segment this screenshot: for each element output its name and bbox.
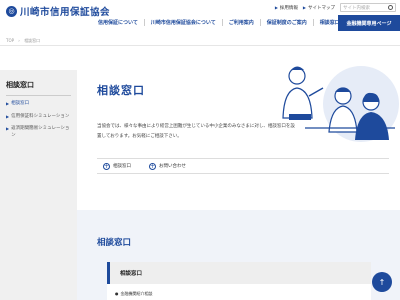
nav-item-about[interactable]: 川崎市信用保証協会について	[145, 19, 223, 26]
sidebar-item-label: 返済期間簡易シミュレーション	[11, 126, 70, 138]
back-to-top-button[interactable]: ↑	[372, 272, 392, 292]
nav-item-system[interactable]: 保証制度のご案内	[261, 19, 314, 26]
sidebar: 相談窓口 ▶ 相談窓口 ▶ 信用保証料シミュレーション ▶ 返済期間簡易シミュレ…	[0, 70, 77, 300]
header-divider	[0, 45, 400, 46]
search-placeholder: サイト内検索	[343, 5, 370, 11]
breadcrumb-separator: ›	[18, 38, 20, 43]
box-list-item-label: 金融機関紹介相談	[120, 291, 153, 296]
arrow-right-icon: ▶	[302, 5, 306, 10]
box-list-item: ● 金融機関紹介相談	[115, 291, 153, 297]
sidebar-item-repayment-simulation[interactable]: ▶ 返済期間簡易シミュレーション	[6, 126, 71, 139]
sidebar-item-fee-simulation[interactable]: ▶ 信用保証料シミュレーション	[6, 114, 71, 121]
sidebar-item-label: 信用保証料シミュレーション	[11, 113, 70, 119]
util-link-recruit[interactable]: ▶ 採用情報	[275, 5, 298, 11]
plus-circle-icon: +	[103, 162, 110, 170]
consultation-box: 相談窓口 ● 金融機関紹介相談	[107, 262, 371, 300]
nav-item-guide[interactable]: ご利用案内	[223, 19, 261, 26]
financial-institution-button[interactable]: 金融機関専用ページ	[338, 15, 400, 31]
search-icon[interactable]	[388, 5, 393, 10]
sidebar-item-label: 相談窓口	[11, 101, 30, 106]
logo-icon: ◎	[6, 5, 17, 17]
util-link-label: サイトマップ	[308, 5, 335, 11]
box-heading: 相談窓口	[107, 262, 371, 284]
nav-item-guarantee[interactable]: 信用保証について	[92, 19, 145, 26]
arrow-right-icon: ▶	[6, 126, 10, 131]
arrow-right-icon: ▶	[6, 101, 10, 106]
search-input[interactable]: サイト内検索	[340, 3, 396, 12]
anchor-link-label: 相談窓口	[113, 164, 131, 169]
util-link-label: 採用情報	[279, 5, 298, 11]
sidebar-divider	[6, 95, 71, 96]
site-header: ◎ 川崎市信用保証協会 ▶ 採用情報 ▶ サイトマップ サイト内検索 信用保証に…	[0, 0, 400, 36]
section-title: 相談窓口	[97, 238, 132, 248]
intro-text: 当協会では、様々な事由により経営上困難が生じている中小企業のみなさまに対し、相談…	[97, 124, 295, 139]
page-title: 相談窓口	[97, 84, 145, 97]
global-nav: 信用保証について 川崎市信用保証協会について ご利用案内 保証制度のご案内 相談…	[92, 16, 346, 29]
breadcrumb-home[interactable]: TOP	[6, 38, 14, 43]
arrow-right-icon: ▶	[6, 113, 10, 119]
anchor-link-contact[interactable]: + お問い合わせ	[149, 162, 186, 170]
bullet-icon: ●	[115, 291, 119, 296]
plus-circle-icon: +	[149, 162, 156, 170]
breadcrumb: TOP › 相談窓口	[6, 38, 43, 44]
arrow-up-icon: ↑	[378, 277, 386, 287]
anchor-link-label: お問い合わせ	[159, 164, 186, 169]
main-content: 相談窓口 当協会では、様々な事由により経営上困難が生じている中小企業のみなさまに…	[77, 66, 400, 300]
sidebar-title: 相談窓口	[6, 81, 34, 89]
anchor-link-consultation[interactable]: + 相談窓口	[103, 162, 131, 170]
arrow-right-icon: ▶	[274, 5, 278, 10]
breadcrumb-current: 相談窓口	[24, 38, 41, 43]
util-link-sitemap[interactable]: ▶ サイトマップ	[303, 5, 335, 11]
sidebar-item-consultation[interactable]: ▶ 相談窓口	[6, 101, 71, 108]
anchor-links: + 相談窓口 + お問い合わせ	[97, 158, 389, 174]
utility-nav: ▶ 採用情報 ▶ サイトマップ サイト内検索	[275, 3, 396, 12]
